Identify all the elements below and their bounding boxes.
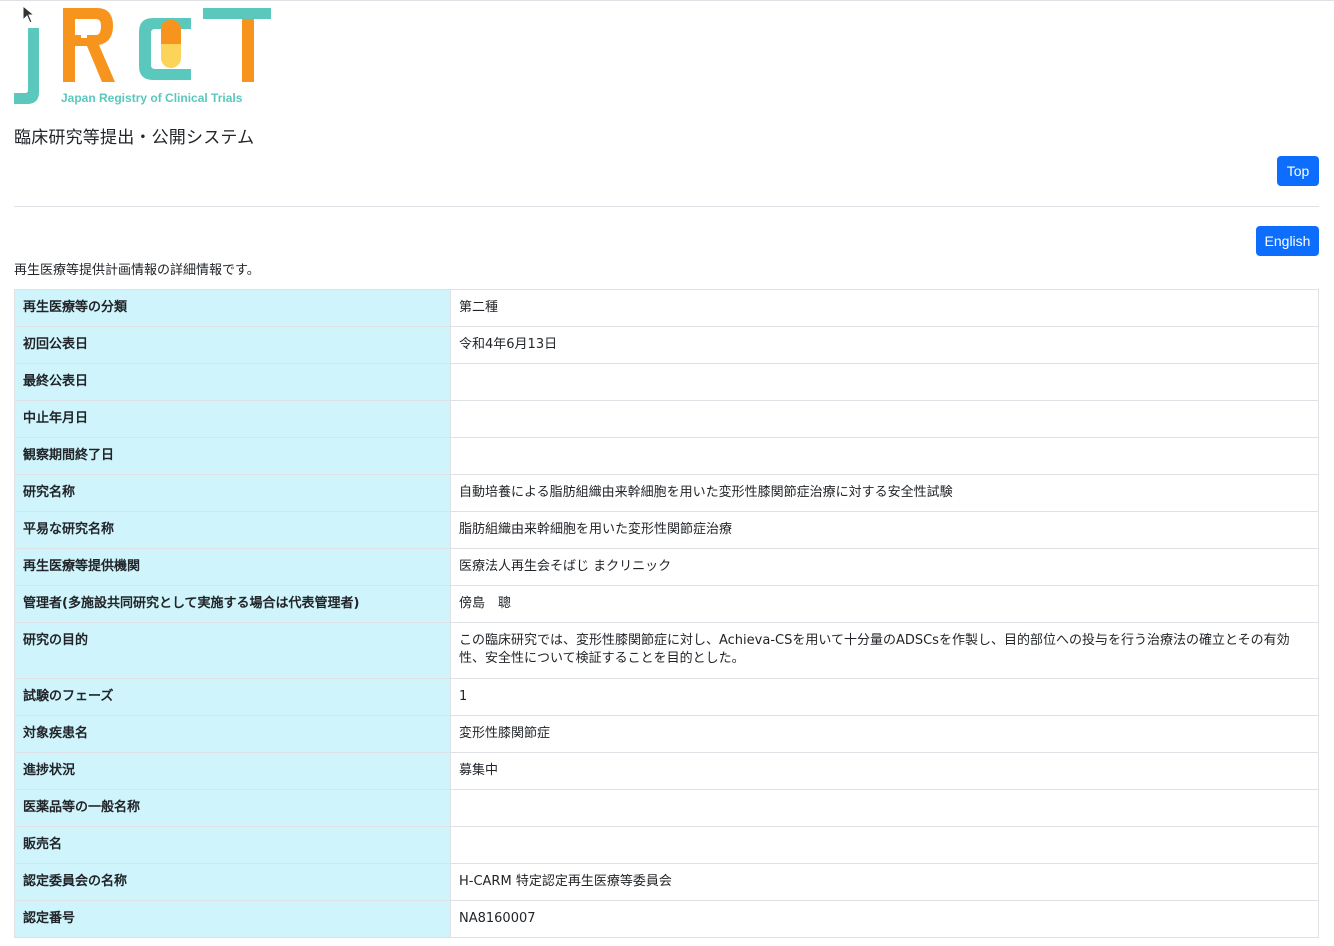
table-row: 平易な研究名称 脂肪組織由来幹細胞を用いた変形性関節症治療 bbox=[14, 511, 1319, 549]
row-label: 再生医療等の分類 bbox=[14, 289, 451, 327]
row-value bbox=[450, 789, 1319, 827]
row-value: 脂肪組織由来幹細胞を用いた変形性関節症治療 bbox=[450, 511, 1319, 549]
row-label: 管理者(多施設共同研究として実施する場合は代表管理者) bbox=[14, 585, 451, 623]
logo-subtitle: Japan Registry of Clinical Trials bbox=[61, 91, 243, 105]
row-value bbox=[450, 437, 1319, 475]
system-title: 臨床研究等提出・公開システム bbox=[14, 128, 255, 148]
detail-table: 再生医療等の分類 第二種 初回公表日 令和4年6月13日 最終公表日 中止年月日… bbox=[14, 289, 1319, 938]
english-button[interactable]: English bbox=[1256, 226, 1319, 256]
table-row: 中止年月日 bbox=[14, 400, 1319, 438]
table-row: 認定番号 NA8160007 bbox=[14, 900, 1319, 938]
row-value bbox=[450, 363, 1319, 401]
row-value: 1 bbox=[450, 678, 1319, 716]
row-value: H-CARM 特定認定再生医療等委員会 bbox=[450, 863, 1319, 901]
jrct-logo[interactable]: Japan Registry of Clinical Trials bbox=[13, 6, 275, 106]
row-label: 中止年月日 bbox=[14, 400, 451, 438]
row-value: 令和4年6月13日 bbox=[450, 326, 1319, 364]
intro-text: 再生医療等提供計画情報の詳細情報です。 bbox=[14, 263, 260, 278]
row-value: 募集中 bbox=[450, 752, 1319, 790]
row-label: 平易な研究名称 bbox=[14, 511, 451, 549]
row-label: 観察期間終了日 bbox=[14, 437, 451, 475]
table-row: 販売名 bbox=[14, 826, 1319, 864]
table-row: 対象疾患名 変形性膝関節症 bbox=[14, 715, 1319, 753]
row-value: この臨床研究では、変形性膝関節症に対し、Achieva-CSを用いて十分量のAD… bbox=[450, 622, 1319, 679]
row-label: 研究名称 bbox=[14, 474, 451, 512]
table-row: 研究の目的 この臨床研究では、変形性膝関節症に対し、Achieva-CSを用いて… bbox=[14, 622, 1319, 679]
divider bbox=[14, 206, 1319, 207]
row-value bbox=[450, 400, 1319, 438]
table-row: 初回公表日 令和4年6月13日 bbox=[14, 326, 1319, 364]
row-label: 対象疾患名 bbox=[14, 715, 451, 753]
table-row: 医薬品等の一般名称 bbox=[14, 789, 1319, 827]
row-value bbox=[450, 826, 1319, 864]
top-button[interactable]: Top bbox=[1277, 156, 1319, 186]
mouse-cursor-icon bbox=[22, 5, 36, 24]
row-label: 試験のフェーズ bbox=[14, 678, 451, 716]
table-row: 認定委員会の名称 H-CARM 特定認定再生医療等委員会 bbox=[14, 863, 1319, 901]
row-label: 初回公表日 bbox=[14, 326, 451, 364]
row-label: 研究の目的 bbox=[14, 622, 451, 679]
table-row: 研究名称 自動培養による脂肪組織由来幹細胞を用いた変形性膝関節症治療に対する安全… bbox=[14, 474, 1319, 512]
table-row: 再生医療等の分類 第二種 bbox=[14, 289, 1319, 327]
row-label: 医薬品等の一般名称 bbox=[14, 789, 451, 827]
table-row: 最終公表日 bbox=[14, 363, 1319, 401]
row-value: 変形性膝関節症 bbox=[450, 715, 1319, 753]
table-row: 試験のフェーズ 1 bbox=[14, 678, 1319, 716]
row-label: 再生医療等提供機関 bbox=[14, 548, 451, 586]
row-value: NA8160007 bbox=[450, 900, 1319, 938]
table-row: 進捗状況 募集中 bbox=[14, 752, 1319, 790]
row-value: 傍島 聰 bbox=[450, 585, 1319, 623]
table-row: 観察期間終了日 bbox=[14, 437, 1319, 475]
page: Japan Registry of Clinical Trials 臨床研究等提… bbox=[0, 0, 1334, 946]
row-label: 最終公表日 bbox=[14, 363, 451, 401]
row-label: 認定番号 bbox=[14, 900, 451, 938]
table-row: 再生医療等提供機関 医療法人再生会そばじ まクリニック bbox=[14, 548, 1319, 586]
row-label: 認定委員会の名称 bbox=[14, 863, 451, 901]
row-value: 第二種 bbox=[450, 289, 1319, 327]
row-value: 医療法人再生会そばじ まクリニック bbox=[450, 548, 1319, 586]
row-label: 販売名 bbox=[14, 826, 451, 864]
row-label: 進捗状況 bbox=[14, 752, 451, 790]
row-value: 自動培養による脂肪組織由来幹細胞を用いた変形性膝関節症治療に対する安全性試験 bbox=[450, 474, 1319, 512]
table-row: 管理者(多施設共同研究として実施する場合は代表管理者) 傍島 聰 bbox=[14, 585, 1319, 623]
